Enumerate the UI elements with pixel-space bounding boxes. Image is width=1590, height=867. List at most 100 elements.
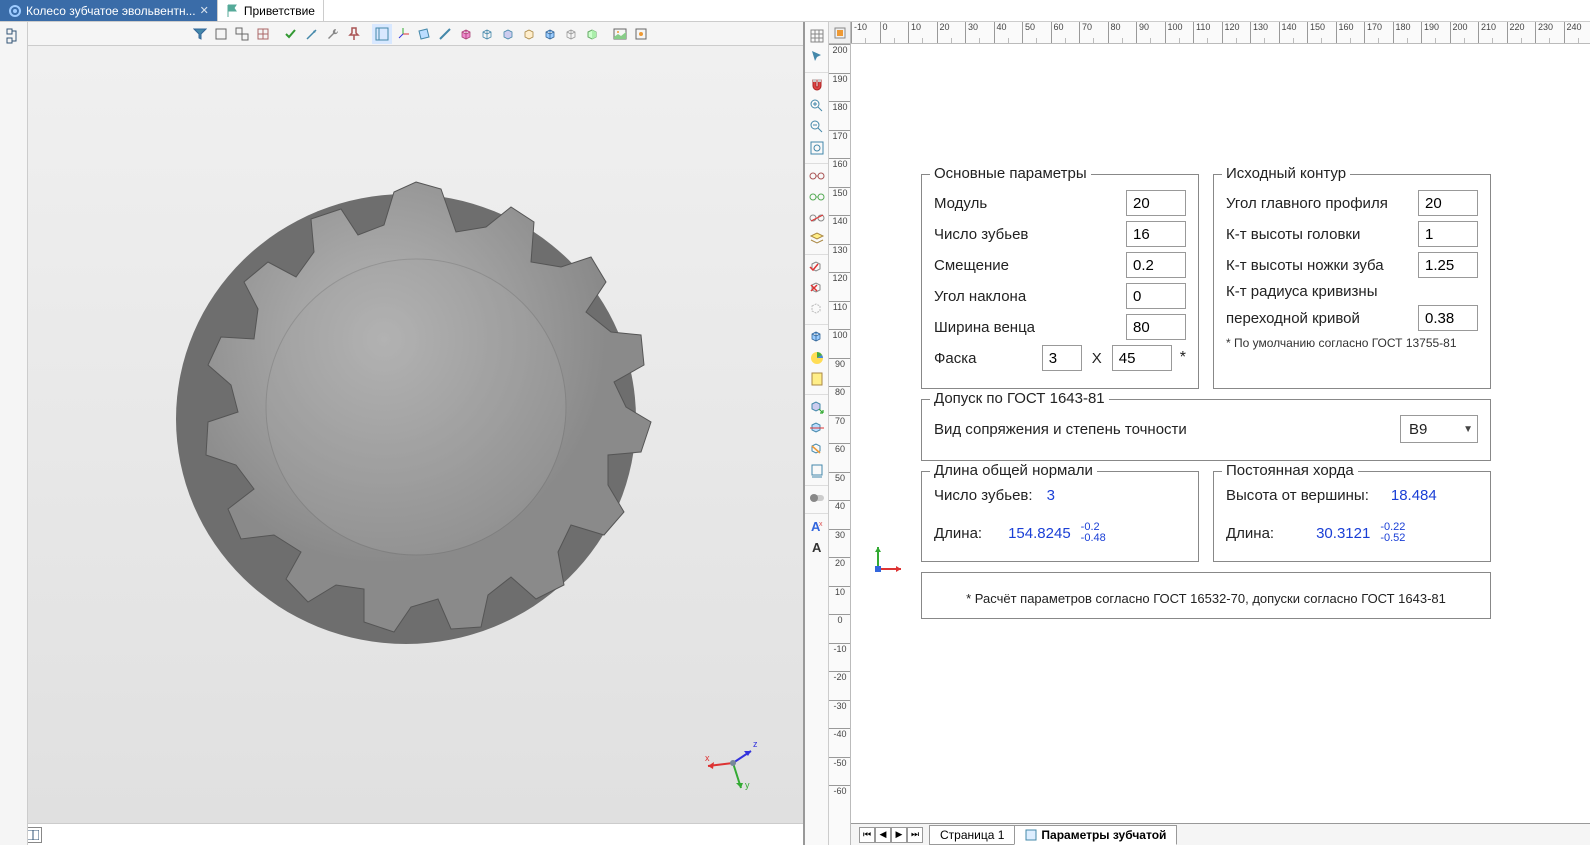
glasses-icon[interactable] [807, 166, 827, 186]
profile-angle-input[interactable] [1418, 190, 1478, 216]
cube-plane-icon[interactable] [807, 418, 827, 438]
nav-prev-icon[interactable]: ◀ [875, 827, 891, 843]
chord-height-value: 18.484 [1391, 487, 1437, 504]
select-arrow-icon[interactable] [807, 47, 827, 67]
fillet-label-2: переходной кривой [1226, 310, 1412, 327]
document-tab-welcome[interactable]: Приветствие [218, 0, 324, 21]
ruler-corner-icon[interactable] [829, 22, 851, 44]
3d-viewport[interactable]: x y z [28, 46, 803, 823]
glasses-off-icon[interactable] [807, 208, 827, 228]
cube-color-icon[interactable] [582, 24, 602, 44]
profile-angle-label: Угол главного профиля [1226, 195, 1412, 212]
edge-icon[interactable] [435, 24, 455, 44]
tolerance-select[interactable]: B9 ▼ [1400, 415, 1478, 443]
drawing-area: -100102030405060708090100110120130140150… [829, 22, 1590, 845]
cube-2-icon[interactable] [477, 24, 497, 44]
dedendum-input[interactable] [1418, 252, 1478, 278]
nav-last-icon[interactable]: ⏭ [907, 827, 923, 843]
glasses-green-icon[interactable] [807, 187, 827, 207]
nav-first-icon[interactable]: ⏮ [859, 827, 875, 843]
offset-input[interactable] [1126, 252, 1186, 278]
left-sidebar [0, 22, 28, 845]
sheet-nav: ⏮ ◀ ▶ ⏭ [859, 827, 923, 843]
group-title: Основные параметры [930, 165, 1091, 182]
sheet-tab-params[interactable]: Параметры зубчатой [1014, 825, 1177, 845]
zoom-in-icon[interactable] [807, 96, 827, 116]
magnet-icon[interactable] [807, 75, 827, 95]
tolerance-group: Допуск по ГОСТ 1643-81 Вид сопряжения и … [921, 399, 1491, 461]
main-area: x y z [0, 22, 1590, 845]
gost-note: * По умолчанию согласно ГОСТ 13755-81 [1226, 336, 1478, 350]
normal-length-group: Длина общей нормали Число зубьев: 3 Длин… [921, 471, 1199, 562]
text-a-icon[interactable]: A [807, 537, 827, 557]
cube-solid-icon[interactable] [807, 327, 827, 347]
boxes-icon[interactable] [232, 24, 252, 44]
zoom-fit-icon[interactable] [807, 138, 827, 158]
fillet-input[interactable] [1418, 305, 1478, 331]
tree-icon[interactable] [4, 26, 24, 46]
width-input[interactable] [1126, 314, 1186, 340]
box-ghost-icon[interactable] [807, 299, 827, 319]
wrench-icon[interactable] [323, 24, 343, 44]
chamfer-label: Фаска [934, 350, 1036, 367]
module-input[interactable] [1126, 190, 1186, 216]
document-tab-active[interactable]: Колесо зубчатое эвольвентн... ✕ [0, 0, 218, 21]
viewport-toolbar [0, 22, 803, 46]
normal-tolerance: -0.2 -0.48 [1081, 522, 1106, 544]
right-column: Ax A -1001020304050607080901001101201301… [805, 22, 1590, 845]
addendum-input[interactable] [1418, 221, 1478, 247]
cube-section-icon[interactable] [807, 439, 827, 459]
cube-arrow-icon[interactable] [807, 397, 827, 417]
cube-dim-icon[interactable] [807, 460, 827, 480]
cube-3-icon[interactable] [498, 24, 518, 44]
axis-widget[interactable]: x y z [703, 733, 763, 793]
cube-4-icon[interactable] [519, 24, 539, 44]
cube-wire-icon[interactable] [561, 24, 581, 44]
pie-icon[interactable] [807, 348, 827, 368]
ruler-vertical[interactable]: 2001901801701601501401301201101009080706… [829, 44, 851, 845]
box-icon[interactable] [211, 24, 231, 44]
svg-text:x: x [819, 521, 823, 528]
chamfer-a-input[interactable] [1042, 345, 1082, 371]
zoom-out-icon[interactable] [807, 117, 827, 137]
box-red-check-icon[interactable] [807, 257, 827, 277]
layout-1-icon[interactable] [372, 24, 392, 44]
arrow-icon[interactable] [302, 24, 322, 44]
nav-next-icon[interactable]: ▶ [891, 827, 907, 843]
chord-tolerance: -0.22 -0.52 [1380, 522, 1405, 544]
axis-xyz-icon[interactable] [393, 24, 413, 44]
star-label: * [1180, 349, 1186, 367]
teeth-input[interactable] [1126, 221, 1186, 247]
cube-shaded-icon[interactable] [540, 24, 560, 44]
addendum-label: К-т высоты головки [1226, 226, 1412, 243]
svg-text:A: A [812, 540, 822, 555]
filter-icon[interactable] [190, 24, 210, 44]
doc-yellow-icon[interactable] [807, 369, 827, 389]
pin-icon[interactable] [344, 24, 364, 44]
toggle-icon[interactable] [807, 488, 827, 508]
layer-icon[interactable] [807, 229, 827, 249]
tilt-label: Угол наклона [934, 288, 1120, 305]
close-icon[interactable]: ✕ [200, 4, 209, 17]
tab-label: Колесо зубчатое эвольвентн... [26, 4, 196, 18]
grid-snap-icon[interactable] [807, 26, 827, 46]
ruler-horizontal[interactable]: -100102030405060708090100110120130140150… [851, 22, 1590, 44]
select-value: B9 [1409, 421, 1427, 438]
cube-1-icon[interactable] [456, 24, 476, 44]
sheet-tab-page1[interactable]: Страница 1 [929, 825, 1015, 845]
settings-icon[interactable] [631, 24, 651, 44]
check-icon[interactable] [281, 24, 301, 44]
text-a-blue-icon[interactable]: Ax [807, 516, 827, 536]
drawing-canvas[interactable]: Основные параметры Модуль Число зубьев С… [851, 44, 1590, 845]
normal-length-value: 154.8245 [1008, 525, 1071, 542]
picture-icon[interactable] [610, 24, 630, 44]
origin-axis-icon [866, 544, 906, 584]
grid-icon[interactable] [253, 24, 273, 44]
svg-text:x: x [705, 753, 710, 763]
box-red-x-icon[interactable] [807, 278, 827, 298]
tilt-input[interactable] [1126, 283, 1186, 309]
plane-icon[interactable] [414, 24, 434, 44]
chamfer-b-input[interactable] [1112, 345, 1172, 371]
document-tabs-bar: Колесо зубчатое эвольвентн... ✕ Приветст… [0, 0, 1590, 22]
offset-label: Смещение [934, 257, 1120, 274]
